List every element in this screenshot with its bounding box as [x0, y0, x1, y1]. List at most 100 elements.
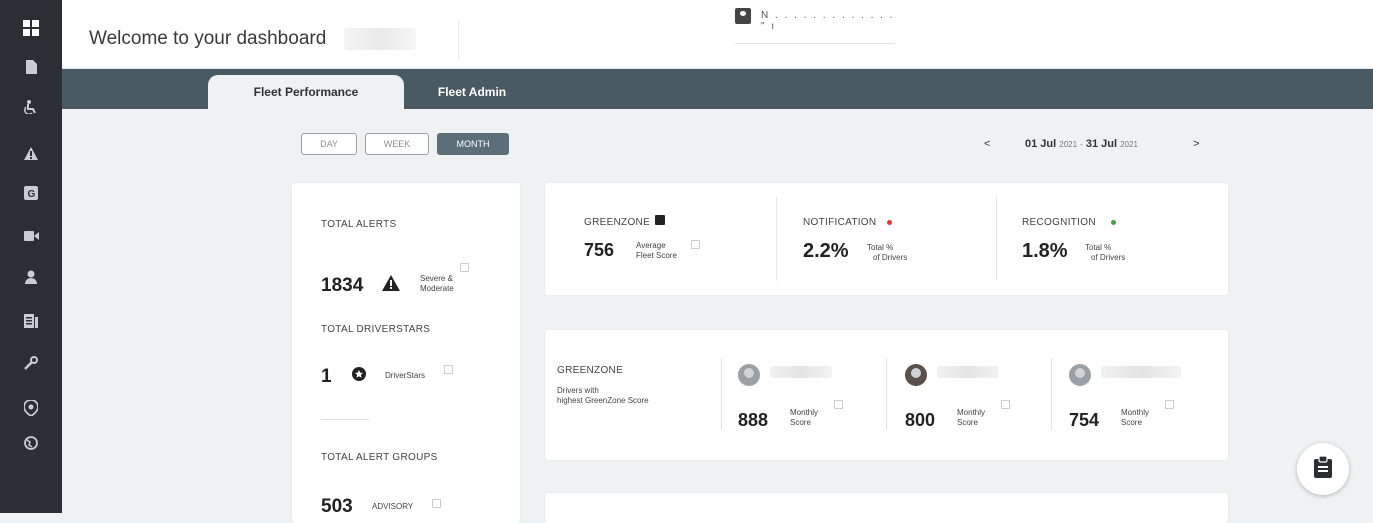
period-week-button[interactable]: WEEK	[365, 133, 429, 155]
video-icon[interactable]	[0, 223, 62, 249]
greenzone-desc: Average Fleet Score	[636, 241, 677, 261]
driver-card[interactable]: 800 Monthly Score	[905, 360, 1055, 440]
user-badge-icon	[735, 8, 751, 24]
document-icon[interactable]	[0, 54, 62, 80]
external-link-icon[interactable]	[834, 400, 843, 409]
location-shield-icon[interactable]	[0, 395, 62, 421]
period-day-button[interactable]: DAY	[301, 133, 357, 155]
drivers-divider	[721, 358, 722, 430]
total-alerts-desc-1: Severe &	[420, 274, 453, 283]
driver-score-desc-2: Score	[790, 418, 811, 427]
date-end-year: 2021	[1120, 140, 1138, 149]
driver-score-desc-1: Monthly	[1121, 408, 1150, 417]
kpi-divider	[996, 197, 997, 281]
redacted-driver-name	[937, 366, 999, 378]
top-drivers-card: GREENZONE Drivers with highest GreenZone…	[545, 330, 1228, 460]
external-link-icon[interactable]	[432, 499, 441, 508]
total-driverstars-label: TOTAL DRIVERSTARS	[321, 324, 431, 335]
tab-fleet-admin[interactable]: Fleet Admin	[412, 75, 532, 109]
date-prev-button[interactable]: <	[984, 138, 990, 150]
driver-avatar	[905, 364, 927, 386]
date-next-button[interactable]: >	[1193, 138, 1199, 150]
date-separator: -	[1080, 140, 1083, 149]
summary-divider	[321, 419, 369, 420]
drivers-divider	[886, 358, 887, 430]
total-alerts-desc: Severe & Moderate	[420, 274, 454, 294]
driver-score: 754	[1069, 410, 1100, 430]
external-link-icon[interactable]	[1001, 400, 1010, 409]
greenzone-label: GREENZONE	[584, 217, 651, 228]
driver-score-desc-2: Score	[957, 418, 978, 427]
period-selector: DAY WEEK MONTH	[301, 133, 509, 155]
driver-card[interactable]: 888 Monthly Score	[738, 360, 888, 440]
total-alerts-label: TOTAL ALERTS	[321, 219, 397, 230]
driver-avatar	[738, 364, 760, 386]
external-link-icon[interactable]	[460, 263, 469, 272]
wrench-icon[interactable]	[0, 350, 62, 376]
total-driverstars-value: 1	[321, 366, 332, 387]
kpi-divider	[776, 197, 777, 281]
top-drivers-title: GREENZONE	[557, 365, 624, 376]
header-divider	[458, 20, 459, 60]
driver-score: 800	[905, 410, 936, 430]
total-alerts-desc-2: Moderate	[420, 284, 454, 293]
recognition-value: 1.8%	[1022, 240, 1068, 262]
user-icon[interactable]	[0, 264, 62, 290]
redacted-driver-name	[1101, 366, 1181, 378]
sidebar: G	[0, 0, 62, 513]
clipboard-fab-button[interactable]	[1297, 443, 1349, 495]
user-menu[interactable]: N . . . . . . . . . . . . . " ı	[735, 6, 895, 44]
notification-desc-1: Total %	[867, 243, 894, 252]
period-month-button[interactable]: MONTH	[437, 133, 509, 155]
driver-score-desc: Monthly Score	[790, 408, 818, 428]
driver-score: 888	[738, 410, 769, 430]
driver-score-desc: Monthly Score	[957, 408, 985, 428]
date-start-year: 2021	[1059, 140, 1078, 149]
clipboard-icon	[1314, 454, 1332, 483]
user-name: N . . . . . . . . . . . . . " ı	[761, 10, 895, 32]
greenzone-desc-2: Fleet Score	[636, 251, 677, 260]
top-drivers-subtitle-2: highest GreenZone Score	[557, 396, 649, 405]
globe-icon[interactable]	[0, 430, 62, 456]
redacted-driver-name	[770, 366, 832, 378]
tab-fleet-performance[interactable]: Fleet Performance	[208, 75, 404, 109]
driver-score-desc-1: Monthly	[957, 408, 986, 417]
kpi-card: GREENZONE 756 Average Fleet Score NOTIFI…	[545, 183, 1228, 295]
greenzone-desc-1: Average	[636, 241, 666, 250]
recognition-label: RECOGNITION	[1022, 217, 1096, 228]
driver-score-desc: Monthly Score	[1121, 408, 1149, 428]
recognition-status-dot	[1111, 220, 1116, 225]
warning-icon[interactable]	[0, 140, 62, 166]
recognition-desc-2: of Drivers	[1091, 253, 1126, 262]
date-range: 01 Jul 2021 - 31 Jul 2021	[1025, 138, 1138, 150]
total-alert-groups-desc: ADVISORY	[372, 502, 414, 511]
dashboard-icon[interactable]	[0, 15, 62, 41]
g-badge-icon[interactable]: G	[0, 180, 62, 206]
date-end-day: 31 Jul	[1085, 138, 1118, 150]
accessibility-icon[interactable]	[0, 94, 62, 120]
next-card	[545, 493, 1228, 523]
driverstar-icon	[352, 367, 366, 386]
notification-desc: Total % of Drivers	[867, 243, 907, 263]
report-icon[interactable]	[0, 307, 62, 333]
greenzone-badge-icon	[655, 215, 665, 225]
recognition-desc: Total % of Drivers	[1085, 243, 1125, 263]
notification-status-dot	[887, 220, 892, 225]
redacted-account-name	[344, 28, 416, 50]
summary-card: TOTAL ALERTS 1834 Severe & Moderate TOTA…	[292, 183, 520, 523]
driver-score-desc-2: Score	[1121, 418, 1142, 427]
notification-label: NOTIFICATION	[803, 217, 877, 228]
external-link-icon[interactable]	[444, 365, 453, 374]
external-link-icon[interactable]	[1165, 400, 1174, 409]
total-alerts-value: 1834	[321, 275, 364, 296]
page-title: Welcome to your dashboard	[89, 28, 327, 49]
date-start-day: 01 Jul	[1025, 138, 1057, 150]
total-alert-groups-value: 503	[321, 496, 353, 517]
notification-desc-2: of Drivers	[873, 253, 908, 262]
top-drivers-subtitle-1: Drivers with	[557, 386, 599, 395]
driver-card[interactable]: 754 Monthly Score	[1069, 360, 1219, 440]
tab-bar: Fleet Performance Fleet Admin	[62, 69, 1373, 109]
svg-text:G: G	[28, 189, 36, 200]
alert-triangle-icon	[382, 275, 400, 296]
external-link-icon[interactable]	[691, 240, 700, 249]
